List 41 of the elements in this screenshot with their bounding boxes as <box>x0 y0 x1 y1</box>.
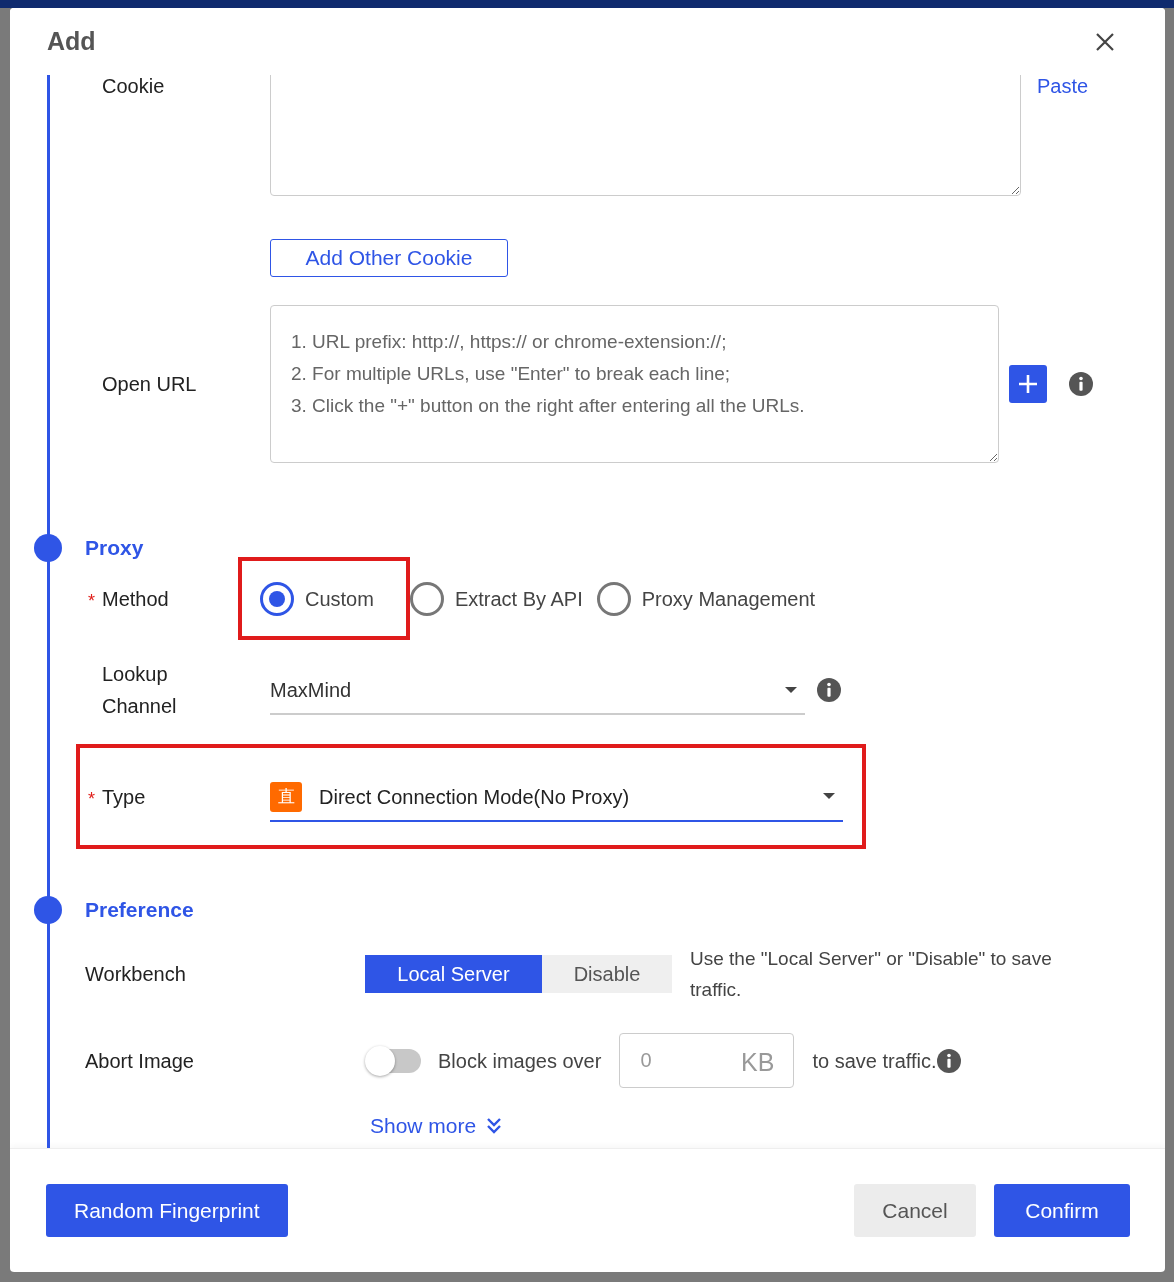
info-icon[interactable] <box>936 1048 961 1073</box>
plus-icon <box>1018 374 1038 394</box>
info-icon[interactable] <box>817 678 841 702</box>
required-mark: * <box>88 589 95 610</box>
field-label: Workbench <box>85 962 187 987</box>
type-badge: 直 <box>270 781 302 812</box>
url-field[interactable]: 1. URL prefix: http://, https:// or chrome-extension://; 2. For multiple URLs, use "Enter" to break each line; 3. Click the "+" button on the right after entering all the URLs. <box>270 305 999 463</box>
proxy-type-select[interactable]: 直 Direct Connection Mode(No Proxy) <box>270 771 843 822</box>
add-cookie-button[interactable]: Add Other Cookie <box>270 239 508 277</box>
add-button[interactable] <box>1009 365 1047 403</box>
field-label: Open URL <box>102 372 198 397</box>
section-heading: Proxy <box>85 535 144 562</box>
option-text: Block images over <box>438 1048 602 1074</box>
hint-text: Use the "Local Server" or "Disable" to save traffic. <box>690 947 1053 1002</box>
toggle-switch[interactable] <box>365 1045 421 1076</box>
info-icon[interactable] <box>1069 372 1093 396</box>
lookup-channel-select[interactable]: MaxMind <box>270 665 805 715</box>
field-label: Method <box>102 586 170 612</box>
confirm-button[interactable]: Confirm <box>994 1184 1130 1237</box>
segment-tab[interactable]: Local Server <box>365 955 542 993</box>
double-chevron-icon <box>486 1117 503 1135</box>
field-label: Lookup Channel <box>102 662 178 719</box>
option-text: to save traffic. <box>812 1048 937 1074</box>
cookie-field[interactable] <box>270 75 1021 196</box>
field-label: Abort Image <box>85 1048 195 1074</box>
field-label: Type <box>102 784 147 810</box>
segment-tab[interactable]: Disable <box>542 955 672 993</box>
cancel-button[interactable]: Cancel <box>854 1184 976 1237</box>
required-mark: * <box>88 787 95 808</box>
radio-option[interactable]: Custom <box>260 581 388 616</box>
random-fingerprint-button[interactable]: Random Fingerprint <box>46 1184 288 1237</box>
paste-link[interactable]: Paste <box>1037 75 1089 100</box>
radio-option[interactable]: Extract By API <box>409 581 597 616</box>
unit-label: KB <box>741 1047 775 1078</box>
dialog-title: Add <box>47 25 96 57</box>
caret-icon <box>823 793 835 800</box>
section-heading: Preference <box>85 897 194 924</box>
radio-option[interactable]: Proxy Management <box>596 581 830 616</box>
caret-icon <box>785 686 797 694</box>
show-more-link[interactable]: Show more <box>370 1113 503 1139</box>
field-label: Cookie <box>102 75 166 99</box>
